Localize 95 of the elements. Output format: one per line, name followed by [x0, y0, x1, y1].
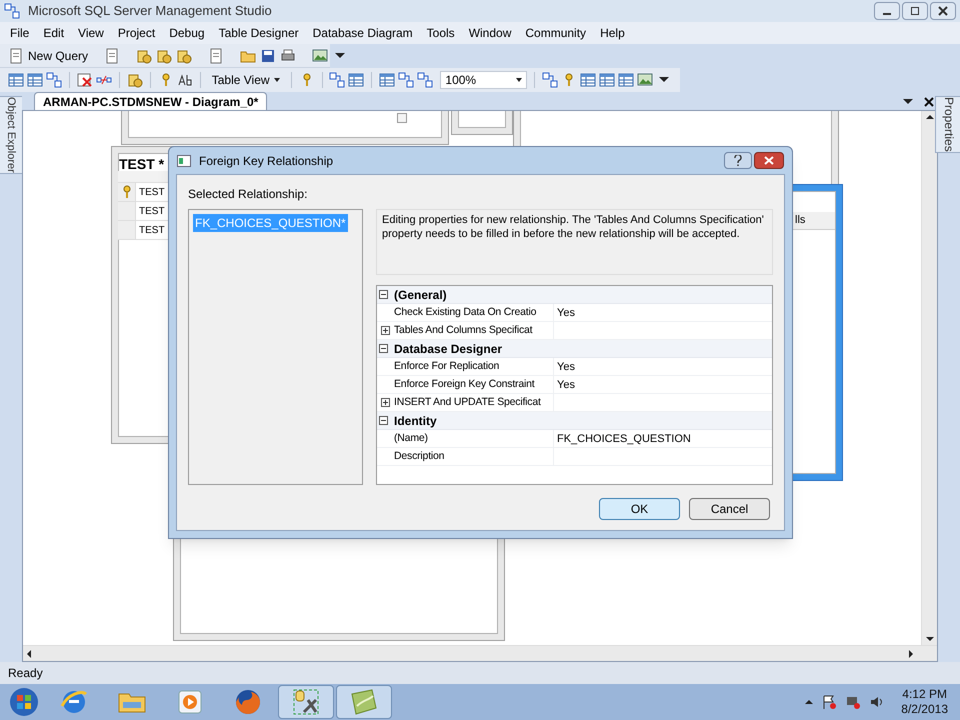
category-label: Database Designer	[394, 340, 502, 358]
clock-date: 8/2/2013	[901, 702, 948, 717]
print-icon[interactable]	[280, 48, 296, 64]
image-icon[interactable]	[312, 48, 328, 64]
layout-icon[interactable]	[417, 72, 434, 88]
table-icon[interactable]	[348, 72, 364, 88]
clock-time: 4:12 PM	[902, 687, 947, 702]
property-name: Check Existing Data On Creatio	[394, 304, 536, 320]
expand-icon[interactable]	[381, 326, 390, 335]
document-icon[interactable]	[104, 48, 120, 64]
close-icon	[938, 6, 948, 16]
window-title: Microsoft SQL Server Management Studio	[28, 2, 272, 20]
delete-icon[interactable]	[76, 72, 93, 88]
text-icon[interactable]	[176, 72, 193, 88]
row-selector[interactable]	[118, 183, 136, 201]
menu-item[interactable]: Project	[112, 24, 162, 42]
property-name: Description	[394, 448, 444, 464]
save-icon[interactable]	[260, 48, 276, 64]
property-grid[interactable]	[376, 285, 773, 485]
collapse-icon[interactable]	[379, 344, 388, 353]
list-label: Selected Relationship:	[188, 186, 308, 203]
menu-item[interactable]: Tools	[420, 24, 461, 42]
question-mark-icon	[734, 155, 742, 166]
database-icon[interactable]	[126, 72, 143, 88]
table-icon[interactable]	[379, 72, 396, 88]
table-window[interactable]	[121, 111, 449, 145]
close-icon[interactable]	[924, 97, 934, 107]
document-icon[interactable]	[208, 48, 224, 64]
vertical-scrollbar[interactable]	[921, 111, 937, 645]
windows-logo-icon	[9, 687, 39, 717]
property-name: Enforce For Replication	[394, 358, 500, 374]
menu-item[interactable]: Debug	[163, 24, 211, 42]
flag-icon[interactable]	[821, 694, 838, 710]
taskbar-button[interactable]	[278, 685, 334, 719]
network-icon[interactable]	[845, 694, 862, 710]
table-icon[interactable]	[618, 72, 634, 88]
database-icon[interactable]	[176, 48, 192, 64]
table-icon[interactable]	[599, 72, 616, 88]
layout-icon[interactable]	[542, 72, 558, 88]
layout-icon[interactable]	[46, 72, 62, 88]
collapse-icon[interactable]	[379, 290, 388, 299]
table-icon[interactable]	[8, 72, 24, 88]
taskbar-button[interactable]	[336, 685, 392, 719]
menu-item[interactable]: Table Designer	[212, 24, 305, 42]
category-label: (General)	[394, 286, 447, 304]
dialog-icon	[177, 154, 191, 166]
dialog-title: Foreign Key Relationship	[199, 152, 334, 170]
restore-button[interactable]	[902, 2, 928, 20]
property-value: Yes	[557, 307, 575, 320]
menu-item[interactable]: Help	[594, 24, 631, 42]
menu-item[interactable]: Database Diagram	[306, 24, 419, 42]
table-icon[interactable]	[27, 72, 43, 88]
category-label: Identity	[394, 412, 437, 430]
menu-item[interactable]: Edit	[37, 24, 70, 42]
property-name: Enforce Foreign Key Constraint	[394, 376, 534, 392]
dialog-button[interactable]: OK	[599, 498, 680, 520]
collapse-icon[interactable]	[379, 416, 388, 425]
new-document-icon	[8, 48, 24, 64]
column-header: lls	[795, 213, 806, 228]
close-button[interactable]	[754, 152, 784, 169]
menu-item[interactable]: File	[4, 24, 36, 42]
help-button[interactable]	[724, 152, 752, 169]
properties-tab[interactable]: Properties	[935, 96, 960, 153]
property-name: Tables And Columns Specificat	[394, 322, 532, 338]
menu-item[interactable]: View	[72, 24, 110, 42]
table-title: TEST *	[119, 155, 164, 174]
zoom-combo[interactable]: 100%	[440, 71, 528, 89]
dialog-button[interactable]: Cancel	[689, 498, 770, 520]
expand-icon[interactable]	[381, 398, 390, 407]
layout-icon[interactable]	[329, 72, 346, 88]
table-view-dropdown[interactable]: Table View	[208, 71, 284, 89]
horizontal-scrollbar[interactable]	[23, 645, 937, 661]
status-text: Ready	[8, 665, 43, 682]
description-text: Editing properties for new relationship. The 'Tables And Columns Specification' property needs to be filled in before the new relationship will be accepted.	[382, 213, 765, 241]
table-icon[interactable]	[580, 72, 596, 88]
new-query-button[interactable]: New Query	[8, 46, 88, 64]
property-value: Yes	[557, 379, 575, 392]
column-name: TEST	[138, 224, 165, 238]
image-icon[interactable]	[637, 72, 654, 88]
database-icon[interactable]	[136, 48, 152, 64]
layout-icon[interactable]	[398, 72, 414, 88]
menu-item[interactable]: Community	[519, 24, 592, 42]
document-tab[interactable]: ARMAN-PC.STDMSNEW - Diagram_0*	[34, 92, 268, 110]
property-name: INSERT And UPDATE Specificat	[394, 394, 541, 410]
close-icon	[764, 156, 774, 165]
close-button[interactable]	[930, 2, 956, 20]
property-name: (Name)	[394, 430, 428, 446]
menu-item[interactable]: Window	[462, 24, 518, 42]
column-name: TEST	[138, 186, 165, 200]
database-icon[interactable]	[156, 48, 172, 64]
property-value: FK_CHOICES_QUESTION	[557, 433, 691, 446]
column-name: TEST	[138, 205, 165, 219]
minimize-button[interactable]	[874, 2, 900, 20]
table-window[interactable]	[451, 111, 513, 135]
property-value: Yes	[557, 361, 575, 374]
